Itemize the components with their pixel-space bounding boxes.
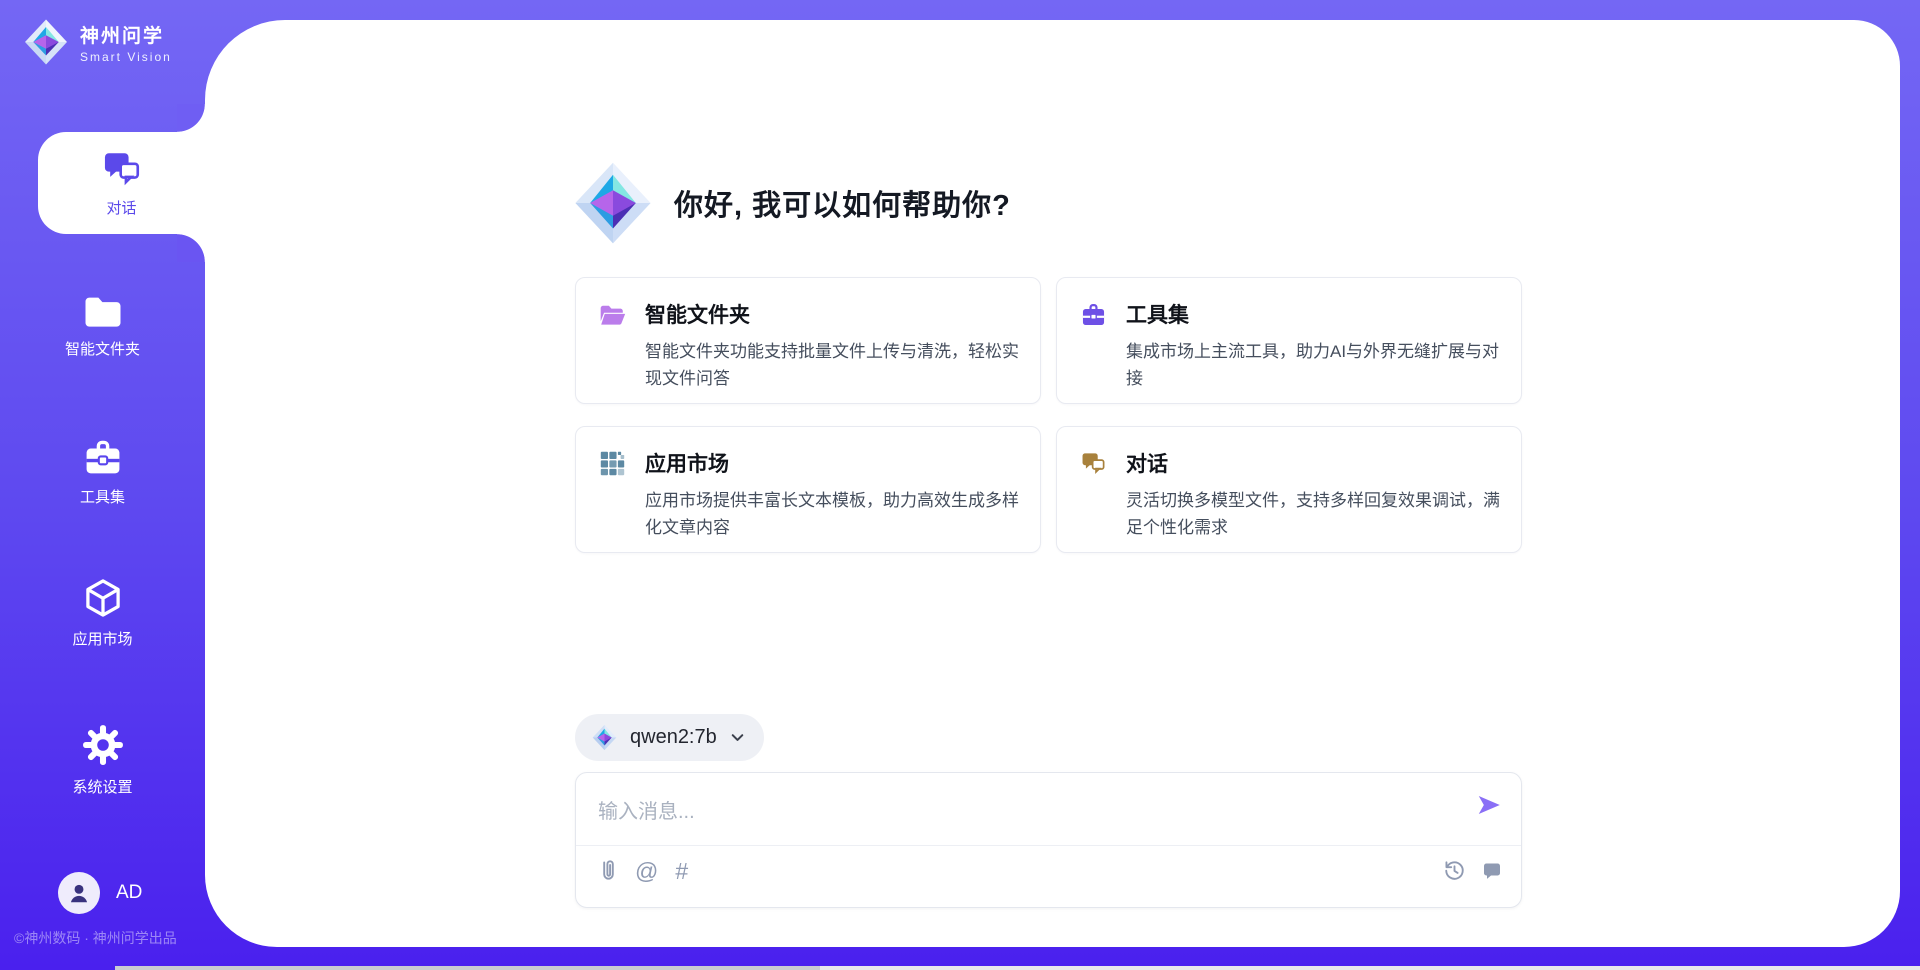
send-icon[interactable] <box>1475 791 1503 819</box>
folder-icon <box>83 295 123 329</box>
card-description: 应用市场提供丰富长文本模板，助力高效生成多样化文章内容 <box>645 487 1027 541</box>
sidebar-item-label: 智能文件夹 <box>65 338 140 359</box>
diamond-logo-icon <box>591 724 618 751</box>
composer-divider <box>576 845 1521 846</box>
brand-logo-block: 神州问学 Smart Vision <box>22 18 172 66</box>
sidebar-item-smart-folder[interactable]: 智能文件夹 <box>0 295 205 359</box>
diamond-logo-icon <box>570 160 656 246</box>
card-smart-folder[interactable]: 智能文件夹 智能文件夹功能支持批量文件上传与清洗，轻松实现文件问答 <box>575 277 1041 404</box>
app-title: 神州问学 <box>80 21 172 48</box>
user-initials: AD <box>116 882 142 904</box>
card-chat[interactable]: 对话 灵活切换多模型文件，支持多样回复效果调试，满足个性化需求 <box>1056 426 1522 553</box>
card-toolset[interactable]: 工具集 集成市场上主流工具，助力AI与外界无缝扩展与对接 <box>1056 277 1522 404</box>
person-icon <box>66 880 92 906</box>
card-description: 灵活切换多模型文件，支持多样回复效果调试，满足个性化需求 <box>1126 487 1508 541</box>
composer-right-tools <box>1443 859 1503 882</box>
chat-square-icon[interactable] <box>1481 860 1503 882</box>
horizontal-scrollbar[interactable] <box>115 966 1920 970</box>
brand-text: 神州问学 Smart Vision <box>80 21 172 64</box>
card-title: 智能文件夹 <box>645 299 750 329</box>
model-name: qwen2:7b <box>630 726 717 749</box>
scrollbar-thumb[interactable] <box>115 966 820 970</box>
chevron-down-icon <box>729 729 746 746</box>
card-description: 智能文件夹功能支持批量文件上传与清洗，轻松实现文件问答 <box>645 338 1027 392</box>
chat-bubbles-icon <box>101 148 143 190</box>
app-subtitle: Smart Vision <box>80 50 172 64</box>
card-title: 应用市场 <box>645 448 729 478</box>
message-input[interactable] <box>598 787 1458 837</box>
card-title: 对话 <box>1126 448 1168 478</box>
chat-bubbles-icon <box>1080 450 1107 477</box>
card-description: 集成市场上主流工具，助力AI与外界无缝扩展与对接 <box>1126 338 1508 392</box>
card-app-market[interactable]: 应用市场 应用市场提供丰富长文本模板，助力高效生成多样化文章内容 <box>575 426 1041 553</box>
card-head: 智能文件夹 <box>599 299 1016 329</box>
greeting-title: 你好, 我可以如何帮助你? <box>674 182 1011 224</box>
at-icon[interactable]: @ <box>635 860 658 882</box>
pixel-grid-icon <box>599 450 626 477</box>
sidebar-item-label: 工具集 <box>80 486 125 507</box>
sidebar-item-app-market[interactable]: 应用市场 <box>0 577 205 649</box>
sidebar-item-chat[interactable]: 对话 <box>38 132 205 234</box>
card-title: 工具集 <box>1126 299 1189 329</box>
greeting-block: 你好, 我可以如何帮助你? <box>570 160 1011 246</box>
card-head: 应用市场 <box>599 448 1016 478</box>
gear-icon <box>81 723 125 767</box>
model-selector[interactable]: qwen2:7b <box>575 714 764 761</box>
avatar <box>58 872 100 914</box>
open-folder-icon <box>599 301 626 328</box>
composer-left-tools: @ # <box>598 859 688 883</box>
sidebar-item-settings[interactable]: 系统设置 <box>0 723 205 797</box>
card-head: 工具集 <box>1080 299 1497 329</box>
user-account[interactable]: AD <box>58 872 142 914</box>
paperclip-icon[interactable] <box>598 859 618 883</box>
sidebar-item-label: 应用市场 <box>72 628 132 649</box>
briefcase-icon <box>82 437 124 477</box>
feature-cards: 智能文件夹 智能文件夹功能支持批量文件上传与清洗，轻松实现文件问答 工具集 集成… <box>575 277 1522 553</box>
history-icon[interactable] <box>1443 859 1466 882</box>
message-composer: @ # <box>575 772 1522 908</box>
sidebar-item-label: 对话 <box>106 197 136 218</box>
card-head: 对话 <box>1080 448 1497 478</box>
sidebar-item-toolset[interactable]: 工具集 <box>0 437 205 507</box>
cube-icon <box>82 577 124 619</box>
briefcase-icon <box>1080 301 1107 328</box>
copyright-footer: ©神州数码 · 神州问学出品 <box>14 928 177 948</box>
sidebar-item-label: 系统设置 <box>72 776 132 797</box>
app-root: { "app": { "name": "神州问学", "subtitle": "… <box>0 0 1920 970</box>
hash-icon[interactable]: # <box>675 860 688 882</box>
diamond-logo-icon <box>22 18 70 66</box>
